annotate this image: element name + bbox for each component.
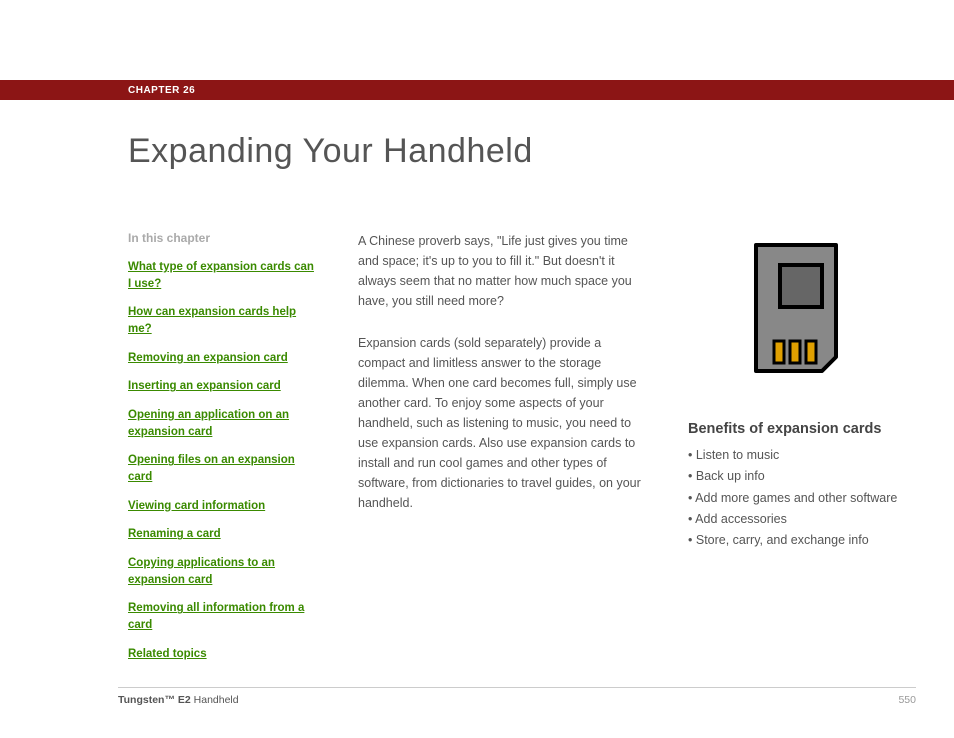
toc-link[interactable]: How can expansion cards help me? <box>128 304 318 337</box>
intro-paragraph: A Chinese proverb says, "Life just gives… <box>358 231 648 311</box>
toc-link[interactable]: Inserting an expansion card <box>128 378 318 395</box>
page-number: 550 <box>898 694 916 706</box>
toc-link[interactable]: Viewing card information <box>128 498 318 515</box>
toc-link[interactable]: Renaming a card <box>128 526 318 543</box>
page-footer: Tungsten™ E2 Handheld 550 <box>118 687 916 706</box>
chapter-label: CHAPTER 26 <box>118 80 954 100</box>
toc-link[interactable]: Opening an application on an expansion c… <box>128 407 318 440</box>
toc-link[interactable]: Related topics <box>128 646 318 663</box>
benefits-heading: Benefits of expansion cards <box>688 421 916 437</box>
toc-link[interactable]: Removing all information from a card <box>128 600 318 633</box>
toc-link[interactable]: Copying applications to an expansion car… <box>128 555 318 588</box>
toc-link[interactable]: What type of expansion cards can I use? <box>128 259 318 292</box>
content-area: In this chapter What type of expansion c… <box>128 231 916 674</box>
chapter-bar: CHAPTER 26 <box>0 80 954 100</box>
benefit-text: Store, carry, and exchange info <box>696 533 869 547</box>
red-accent-block <box>0 80 118 100</box>
toc-heading: In this chapter <box>128 231 318 245</box>
product-rest: Handheld <box>191 694 239 706</box>
body-paragraph: Expansion cards (sold separately) provid… <box>358 333 648 513</box>
benefit-item: • Store, carry, and exchange info <box>688 530 916 551</box>
right-column: Benefits of expansion cards • Listen to … <box>688 231 916 674</box>
benefit-item: • Add accessories <box>688 509 916 530</box>
product-bold: Tungsten™ E2 <box>118 694 191 706</box>
toc-link[interactable]: Removing an expansion card <box>128 350 318 367</box>
benefit-item: • Add more games and other software <box>688 488 916 509</box>
benefit-item: • Back up info <box>688 466 916 487</box>
product-name: Tungsten™ E2 Handheld <box>118 694 239 706</box>
benefit-text: Add accessories <box>695 512 787 526</box>
toc-link[interactable]: Opening files on an expansion card <box>128 452 318 485</box>
benefit-text: Back up info <box>696 469 765 483</box>
benefit-item: • Listen to music <box>688 445 916 466</box>
benefit-text: Add more games and other software <box>695 491 897 505</box>
page-title: Expanding Your Handheld <box>128 132 954 171</box>
expansion-card-icon <box>728 231 858 391</box>
toc-sidebar: In this chapter What type of expansion c… <box>128 231 318 674</box>
main-text: A Chinese proverb says, "Life just gives… <box>358 231 648 674</box>
benefit-text: Listen to music <box>696 448 779 462</box>
